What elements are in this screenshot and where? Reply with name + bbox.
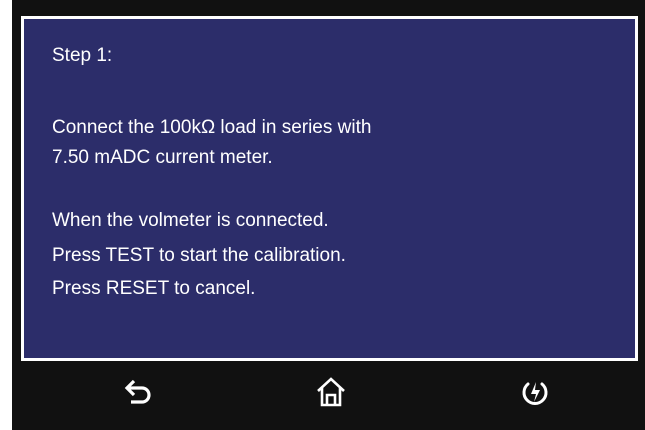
home-button[interactable]: [301, 370, 361, 414]
instruction-line: Press RESET to cancel.: [52, 278, 256, 299]
instruction-line: When the volmeter is connected.: [52, 210, 329, 231]
calibration-dialog: Step 1: Connect the 100kΩ load in series…: [21, 16, 638, 361]
instruction-line: Press TEST to start the calibration.: [52, 245, 346, 266]
device-screen: Step 1: Connect the 100kΩ load in series…: [12, 0, 645, 430]
instruction-line: Connect the 100kΩ load in series with: [52, 117, 372, 138]
back-icon: [120, 375, 154, 409]
step-title: Step 1:: [52, 45, 113, 66]
power-icon: [518, 375, 552, 409]
instruction-line: 7.50 mADC current meter.: [52, 147, 273, 168]
bottom-toolbar: [12, 362, 645, 430]
power-button[interactable]: [505, 370, 565, 414]
back-button[interactable]: [107, 370, 167, 414]
home-icon: [314, 375, 348, 409]
